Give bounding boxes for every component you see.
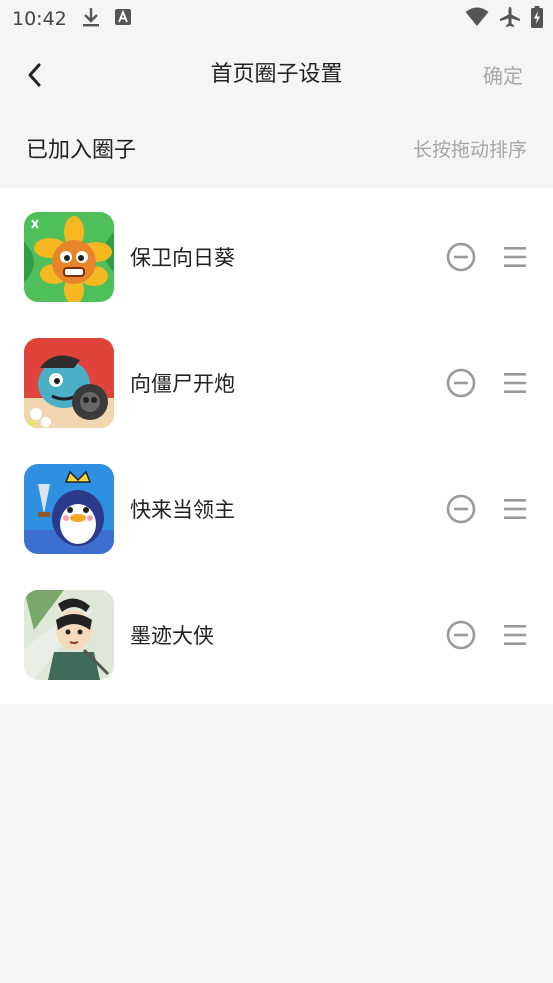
list-item[interactable]: 保卫向日葵 bbox=[0, 194, 553, 320]
drag-handle[interactable] bbox=[502, 371, 528, 395]
drag-handle[interactable] bbox=[502, 497, 528, 521]
nav-bar: 首页圈子设置 确定 bbox=[0, 38, 553, 106]
circle-name: 向僵尸开炮 bbox=[130, 372, 235, 396]
minus-circle-icon bbox=[446, 368, 476, 398]
remove-circle-button[interactable] bbox=[446, 620, 476, 650]
section-header: 已加入圈子 长按拖动排序 bbox=[0, 118, 553, 178]
status-bar: 10:42 bbox=[0, 0, 553, 38]
download-icon bbox=[81, 6, 101, 32]
section-title: 已加入圈子 bbox=[26, 138, 137, 163]
minus-circle-icon bbox=[446, 620, 476, 650]
remove-circle-button[interactable] bbox=[446, 368, 476, 398]
menu-lines-icon bbox=[504, 625, 526, 645]
list-item[interactable]: 快来当领主 bbox=[0, 446, 553, 572]
remove-circle-button[interactable] bbox=[446, 242, 476, 272]
confirm-button[interactable]: 确定 bbox=[483, 60, 523, 89]
status-time: 10:42 bbox=[12, 8, 67, 30]
menu-lines-icon bbox=[504, 373, 526, 393]
status-right bbox=[465, 6, 543, 32]
menu-lines-icon bbox=[504, 247, 526, 267]
drag-handle[interactable] bbox=[502, 623, 528, 647]
drag-sort-hint: 长按拖动排序 bbox=[412, 138, 527, 161]
back-button[interactable] bbox=[18, 58, 52, 92]
drag-handle[interactable] bbox=[502, 245, 528, 269]
page-title: 首页圈子设置 bbox=[210, 62, 343, 87]
menu-lines-icon bbox=[504, 499, 526, 519]
list-item[interactable]: 向僵尸开炮 bbox=[0, 320, 553, 446]
battery-charging-icon bbox=[531, 6, 543, 32]
status-left: 10:42 bbox=[12, 6, 131, 32]
circle-name: 快来当领主 bbox=[130, 498, 235, 522]
wifi-icon bbox=[465, 7, 489, 31]
chevron-left-icon bbox=[28, 63, 41, 87]
remove-circle-button[interactable] bbox=[446, 494, 476, 524]
zombie-cannon-game-icon bbox=[24, 338, 114, 428]
joined-circles-list: 保卫向日葵 向僵尸开炮 快来当领主 墨迹大侠 bbox=[0, 188, 553, 704]
circle-name: 保卫向日葵 bbox=[130, 246, 235, 270]
minus-circle-icon bbox=[446, 494, 476, 524]
sunflower-game-icon bbox=[24, 212, 114, 302]
circle-name: 墨迹大侠 bbox=[130, 624, 214, 648]
ink-hero-game-icon bbox=[24, 590, 114, 680]
penguin-lord-game-icon bbox=[24, 464, 114, 554]
airplane-mode-icon bbox=[499, 6, 521, 32]
minus-circle-icon bbox=[446, 242, 476, 272]
list-item[interactable]: 墨迹大侠 bbox=[0, 572, 553, 698]
a-letter-icon bbox=[114, 9, 131, 29]
